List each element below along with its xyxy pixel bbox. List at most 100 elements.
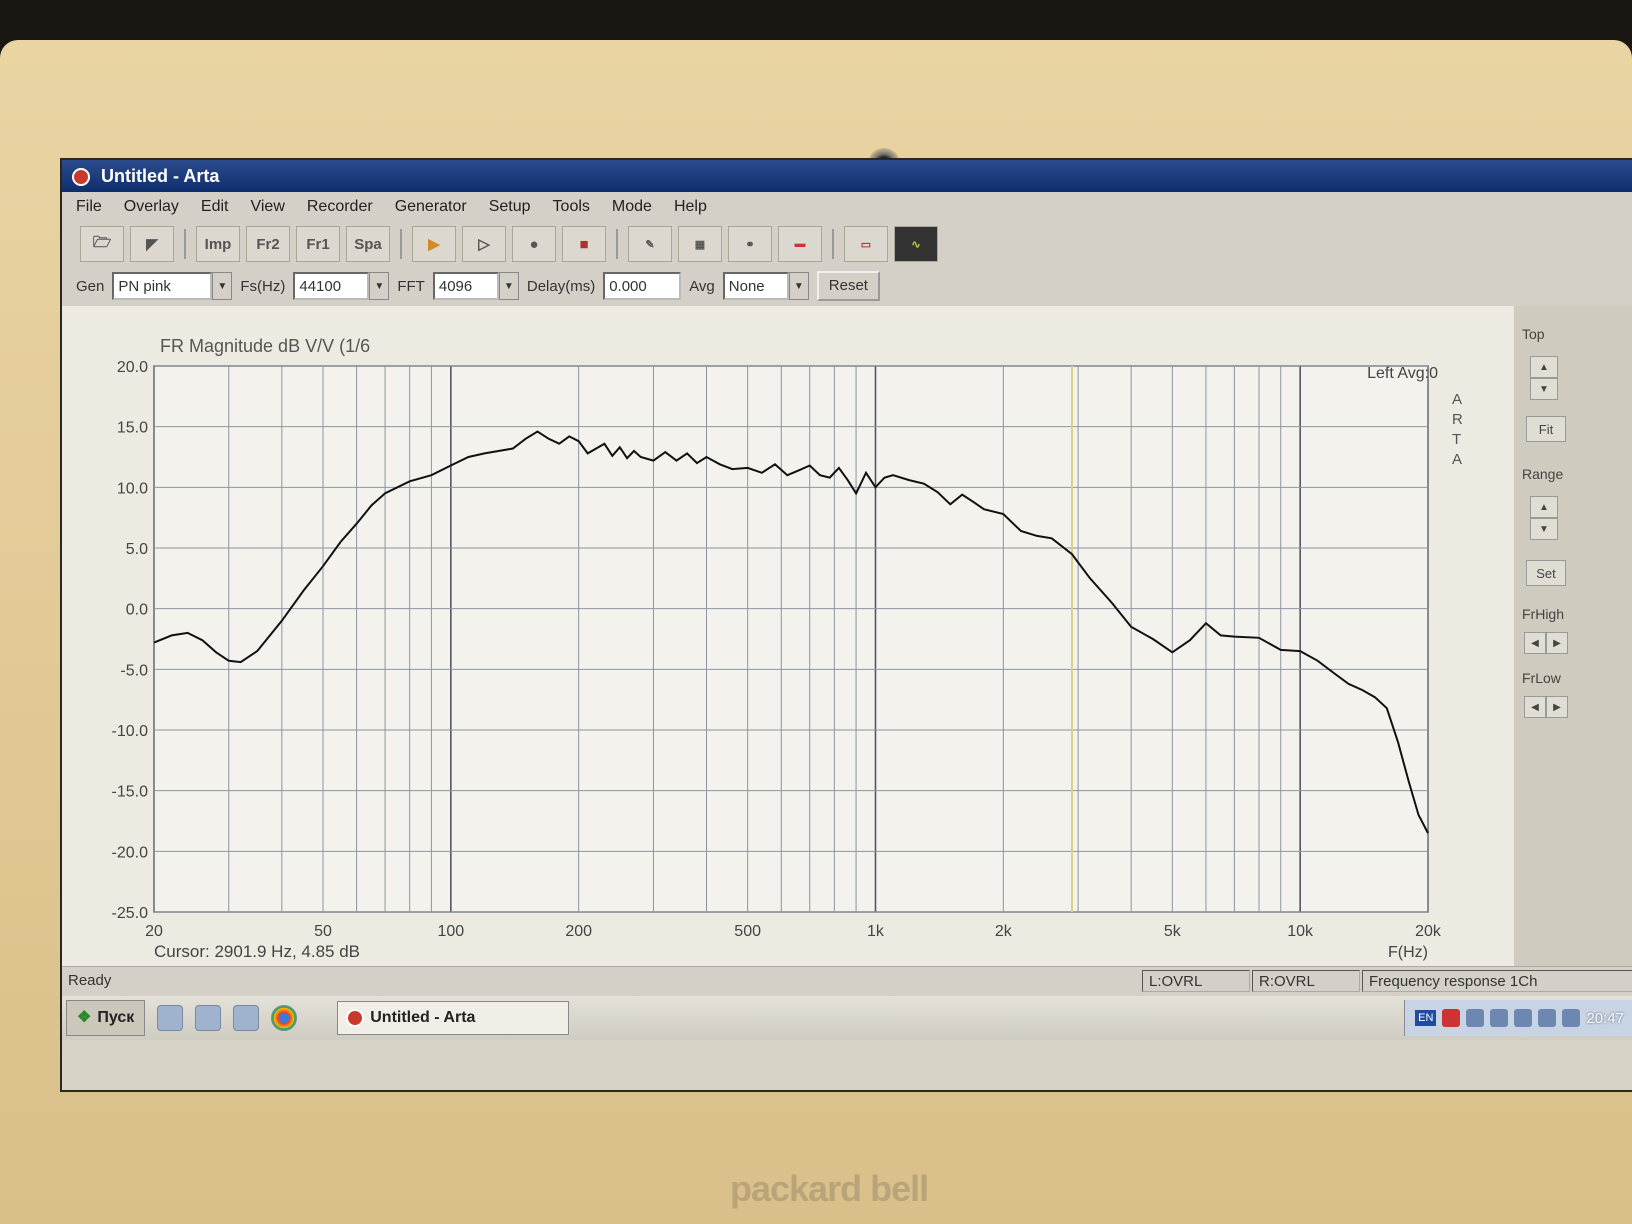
menu-generator[interactable]: Generator — [395, 198, 467, 216]
control-bar: Gen PN pink ▼ Fs(Hz) 44100 ▼ FFT 4096 ▼ … — [62, 266, 1632, 306]
grid-icon[interactable]: ▦ — [678, 226, 722, 262]
x-tick-label: 20k — [1415, 923, 1442, 940]
fr1-mode-button[interactable]: Fr1 — [296, 226, 340, 262]
frhigh-right-button[interactable]: ▶ — [1546, 632, 1568, 654]
frequency-response-chart[interactable]: 20.0 15.0 10.0 5.0 0.0 -5.0 -10.0 -15.0 -20.0 -25… — [62, 306, 1514, 966]
display-icon[interactable] — [1562, 1009, 1581, 1027]
chevron-down-icon[interactable]: ▼ — [788, 272, 809, 300]
battery-icon[interactable] — [1538, 1009, 1557, 1027]
bluetooth-icon[interactable] — [1514, 1009, 1533, 1027]
y-axis-ticks: 20.0 15.0 10.0 5.0 0.0 -5.0 -10.0 -15.0 -20.0 -25… — [112, 359, 149, 922]
laptop-brand-logo: packard bell — [730, 1168, 929, 1209]
fft-size-value: 4096 — [432, 272, 499, 300]
frlow-label: FrLow — [1522, 670, 1561, 686]
taskbar-item-arta[interactable]: Untitled - Arta — [337, 1001, 570, 1035]
title-bar[interactable]: Untitled - Arta — [62, 160, 1632, 192]
status-ready: Ready — [68, 972, 112, 989]
top-down-button[interactable]: ▼ — [1530, 378, 1558, 400]
menu-overlay[interactable]: Overlay — [124, 198, 179, 216]
menu-recorder[interactable]: Recorder — [307, 198, 373, 216]
pointer-icon[interactable]: ◤ — [130, 226, 174, 262]
chevron-down-icon[interactable]: ▼ — [498, 272, 519, 300]
start-button[interactable]: ❖ Пуск — [66, 1000, 146, 1036]
arta-watermark-t: T — [1452, 431, 1461, 448]
chrome-icon[interactable] — [271, 1005, 298, 1031]
menu-help[interactable]: Help — [674, 198, 707, 216]
network-icon[interactable] — [1466, 1009, 1485, 1027]
range-down-button[interactable]: ▼ — [1530, 518, 1558, 540]
delay-input[interactable]: 0.000 — [603, 272, 682, 300]
legend-entry: Left Avg:0 — [1367, 365, 1438, 382]
label-icon[interactable]: ✎ — [628, 226, 672, 262]
plot-frame — [153, 365, 1429, 913]
avg-value: None — [722, 272, 789, 300]
spa-mode-button[interactable]: Spa — [346, 226, 390, 262]
generator-value: PN pink — [112, 272, 213, 300]
frlow-right-button[interactable]: ▶ — [1546, 696, 1568, 718]
avg-select[interactable]: None ▼ — [722, 272, 809, 300]
grid — [153, 365, 1429, 913]
frlow-left-button[interactable]: ◀ — [1524, 696, 1546, 718]
x-axis-label: F(Hz) — [1388, 944, 1428, 961]
antivirus-icon[interactable] — [1442, 1009, 1461, 1027]
menu-setup[interactable]: Setup — [489, 198, 531, 216]
document-icon[interactable] — [233, 1005, 260, 1031]
set-button[interactable]: Set — [1526, 560, 1566, 586]
chevron-down-icon[interactable]: ▼ — [212, 272, 233, 300]
volume-icon[interactable] — [1490, 1009, 1509, 1027]
y-tick-label: 10.0 — [117, 480, 148, 497]
fft-size-select[interactable]: 4096 ▼ — [432, 272, 519, 300]
reset-button[interactable]: Reset — [816, 271, 880, 301]
cursor-readout: Cursor: 2901.9 Hz, 4.85 dB — [154, 942, 360, 961]
generator-select[interactable]: PN pink ▼ — [112, 272, 233, 300]
top-up-button[interactable]: ▲ — [1530, 356, 1558, 378]
x-tick-label: 10k — [1287, 923, 1314, 940]
chevron-down-icon[interactable]: ▼ — [369, 272, 390, 300]
play-icon[interactable]: ▶ — [412, 226, 456, 262]
open-file-icon[interactable]: 🗁 — [80, 226, 124, 262]
menu-tools[interactable]: Tools — [553, 198, 590, 216]
toolbar-separator — [400, 229, 402, 259]
plot-area[interactable]: 20.0 15.0 10.0 5.0 0.0 -5.0 -10.0 -15.0 -20.0 -25… — [62, 306, 1514, 966]
language-indicator[interactable]: EN — [1415, 1010, 1437, 1026]
fs-label: Fs(Hz) — [240, 277, 286, 295]
probe-icon[interactable]: ⚭ — [728, 226, 772, 262]
toolbar-separator — [616, 229, 618, 259]
stop-icon[interactable]: ■ — [562, 226, 606, 262]
menu-bar: File Overlay Edit View Recorder Generato… — [62, 192, 1632, 222]
screen: Untitled - Arta File Overlay Edit View R… — [60, 158, 1632, 1092]
record-icon[interactable]: ● — [512, 226, 556, 262]
waveform-icon[interactable]: ∿ — [894, 226, 938, 262]
imp-mode-button[interactable]: Imp — [196, 226, 240, 262]
menu-file[interactable]: File — [76, 198, 102, 216]
x-tick-label: 100 — [437, 923, 464, 940]
step-icon[interactable]: ▷ — [462, 226, 506, 262]
fft-label: FFT — [397, 277, 425, 295]
arta-app-icon — [346, 1009, 365, 1027]
sample-rate-select[interactable]: 44100 ▼ — [293, 272, 390, 300]
avg-label: Avg — [689, 277, 715, 295]
x-tick-label: 1k — [867, 923, 885, 940]
status-right-overload: R:OVRL — [1252, 970, 1360, 992]
taskbar-item-label: Untitled - Arta — [370, 1009, 476, 1026]
frhigh-left-button[interactable]: ◀ — [1524, 632, 1546, 654]
menu-view[interactable]: View — [250, 198, 284, 216]
y-tick-label: -20.0 — [112, 844, 149, 861]
x-tick-label: 500 — [734, 923, 761, 940]
fr2-mode-button[interactable]: Fr2 — [246, 226, 290, 262]
menu-edit[interactable]: Edit — [201, 198, 229, 216]
x-tick-label: 50 — [314, 923, 332, 940]
arta-app-icon — [72, 168, 90, 187]
menu-mode[interactable]: Mode — [612, 198, 652, 216]
meter-icon[interactable]: ▬ — [778, 226, 822, 262]
range-up-button[interactable]: ▲ — [1530, 496, 1558, 518]
explorer-icon[interactable] — [195, 1005, 222, 1031]
overlay-icon[interactable]: ▭ — [844, 226, 888, 262]
y-tick-label: 20.0 — [117, 359, 148, 376]
status-left-overload: L:OVRL — [1142, 970, 1250, 992]
arta-watermark-a2: A — [1452, 451, 1462, 468]
taskbar: ❖ Пуск Untitled - Arta EN 20:47 — [62, 996, 1632, 1040]
fit-button[interactable]: Fit — [1526, 416, 1566, 442]
show-desktop-icon[interactable] — [157, 1005, 184, 1031]
y-tick-label: -15.0 — [112, 784, 149, 801]
